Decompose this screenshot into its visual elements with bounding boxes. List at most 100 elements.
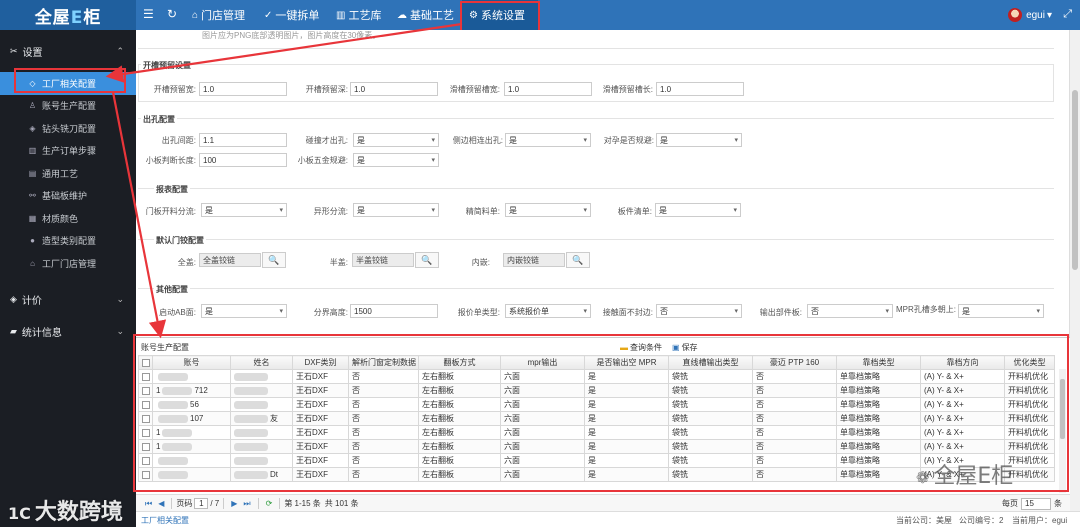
row-checkbox[interactable] — [138, 411, 153, 426]
scrollbar-thumb[interactable] — [1072, 90, 1078, 270]
collide-select[interactable]: 是 — [353, 133, 439, 147]
column-header[interactable]: mpr输出 — [500, 355, 585, 370]
inset-field[interactable]: 内嵌铰链 — [503, 253, 565, 267]
split-height-input[interactable]: 1500 — [350, 304, 438, 318]
sidebar-item-shape-category[interactable]: ● 造型类别配置 — [0, 230, 136, 253]
username: egui — [1026, 9, 1045, 21]
row-checkbox[interactable] — [138, 439, 153, 454]
min-length-input[interactable]: 100 — [199, 153, 287, 167]
app-logo[interactable]: 全屋E柜 — [0, 0, 136, 30]
page-input[interactable]: 1 — [194, 498, 209, 509]
special-split-select[interactable]: 是 — [353, 203, 439, 217]
column-header[interactable]: DXF类别 — [292, 355, 349, 370]
avoid-select[interactable]: 是 — [656, 133, 742, 147]
table-row[interactable]: 王石DXF 否左右翻板 六面是袋铣否单靠档策略 (A) Y- & X+ 开料机优化 — [138, 369, 1055, 384]
row-checkbox[interactable] — [138, 369, 153, 384]
parse-cell: 否 — [348, 453, 419, 468]
save-button[interactable]: ▣ 保存 — [672, 342, 698, 353]
gap-width-input[interactable]: 1.0 — [504, 82, 592, 96]
side-hole-select[interactable]: 是 — [505, 133, 591, 147]
diamond-icon: ◈ — [29, 123, 36, 133]
table-row[interactable]: 56 王石DXF 否左右翻板 六面是袋铣否单靠档策略 (A) Y- & X+ 开料机优化 — [138, 397, 1055, 412]
gap-length-input[interactable]: 1.0 — [656, 82, 744, 96]
sidebar-item-account-production[interactable]: ♙ 账号生产配置 — [0, 95, 136, 118]
last-page-icon[interactable]: ⏭ — [243, 499, 250, 509]
mpr-hole-up-select[interactable]: 是 — [958, 304, 1044, 318]
sidebar-item-common-process[interactable]: ▤ 通用工艺 — [0, 162, 136, 185]
column-header[interactable]: 解析门窗定制数据 — [348, 355, 419, 370]
column-header[interactable]: 姓名 — [230, 355, 293, 370]
row-checkbox[interactable] — [138, 467, 153, 482]
nav-process-library[interactable]: ▥ 工艺库 — [336, 0, 386, 30]
small-hardware-select[interactable]: 是 — [353, 153, 439, 167]
column-header[interactable]: 优化类型 — [1004, 355, 1055, 370]
name-cell — [230, 439, 293, 454]
first-page-icon[interactable]: ⏮ — [145, 499, 152, 509]
sidebar-item-drill-config[interactable]: ◈ 钻头铣刀配置 — [0, 117, 136, 140]
prev-page-icon[interactable]: ◀ — [158, 499, 164, 508]
nav-system-settings[interactable]: ⚙ 系统设置 — [462, 0, 538, 30]
account-cell: 1 — [152, 439, 231, 454]
scrollbar-thumb[interactable] — [1060, 379, 1065, 439]
hm-cell: 否 — [752, 369, 837, 384]
column-header[interactable]: 是否输出空 MPR — [584, 355, 669, 370]
slot-width-input[interactable]: 1.0 — [199, 82, 287, 96]
query-button[interactable]: ▬ 查询条件 — [620, 342, 662, 353]
refresh-icon[interactable]: ⟳ — [266, 499, 273, 508]
row-checkbox[interactable] — [138, 453, 153, 468]
row-checkbox[interactable] — [138, 425, 153, 440]
grid-scrollbar[interactable] — [1059, 369, 1066, 493]
user-menu[interactable]: egui ▾ — [1008, 0, 1052, 30]
quote-type-select[interactable]: 系统报价单 — [505, 304, 591, 318]
next-page-icon[interactable]: ▶ — [231, 499, 237, 508]
nav-store-management[interactable]: ⌂ 门店管理 — [192, 0, 254, 30]
column-header[interactable]: 靠档类型 — [836, 355, 921, 370]
page-scrollbar[interactable] — [1069, 30, 1080, 511]
per-page-label: 每页 — [1002, 499, 1018, 508]
sidebar-item-factory-stores[interactable]: ⌂ 工厂门店管理 — [0, 252, 136, 275]
column-header[interactable]: 账号 — [152, 355, 231, 370]
simple-list-select[interactable]: 是 — [505, 203, 591, 217]
row-checkbox[interactable] — [138, 383, 153, 398]
half-overlay-field[interactable]: 半盖铰链 — [352, 253, 414, 267]
row-checkbox[interactable] — [138, 397, 153, 412]
hole-spacing-input[interactable]: 1.1 — [199, 133, 287, 147]
mpr-cell: 六面 — [500, 439, 585, 454]
column-header[interactable]: 直线槽输出类型 — [668, 355, 753, 370]
divider — [138, 239, 1054, 240]
column-header[interactable]: 豪迈 PTP 160 — [752, 355, 837, 370]
sidebar-section-stats[interactable]: ▰ 统计信息 ⌄ — [0, 311, 136, 353]
search-icon[interactable]: 🔍 — [262, 252, 286, 268]
slot-depth-input[interactable]: 1.0 — [350, 82, 438, 96]
ab-face-select[interactable]: 是 — [201, 304, 287, 318]
part-list-select[interactable]: 是 — [655, 203, 741, 217]
menu-toggle-icon[interactable]: ☰ — [143, 7, 154, 21]
table-row[interactable]: 1 王石DXF 否左右翻板 六面是袋铣否单靠档策略 (A) Y- & X+ 开料机优化 — [138, 439, 1055, 454]
table-row[interactable]: Dt 王石DXF 否左右翻板 六面是袋铣否单靠档策略 (A) Y- & X+ 开料机优化 — [138, 467, 1055, 482]
door-split-select[interactable]: 是 — [201, 203, 287, 217]
table-row[interactable]: 1 712 王石DXF 否左右翻板 六面是袋铣否单靠档策略 (A) Y- & X+ 开料机优… — [138, 383, 1055, 398]
sidebar-item-base-board[interactable]: ⚯ 基础板维护 — [0, 185, 136, 208]
touch-edge-select[interactable]: 否 — [656, 304, 742, 318]
nav-one-click-split[interactable]: ✓ 一键拆单 — [264, 0, 326, 30]
per-page-select[interactable]: 15 — [1021, 497, 1051, 510]
table-row[interactable]: 1 王石DXF 否左右翻板 六面是袋铣否单靠档策略 (A) Y- & X+ 开料机优化 — [138, 425, 1055, 440]
footer-tab[interactable]: 工厂相关配置 — [141, 515, 189, 526]
select-all-checkbox[interactable] — [138, 355, 153, 370]
full-overlay-field[interactable]: 全盖铰链 — [199, 253, 261, 267]
table-row[interactable]: 107 友王石DXF 否左右翻板 六面是袋铣否单靠档策略 (A) Y- & X+ 开料机优… — [138, 411, 1055, 426]
table-row[interactable]: 王石DXF 否左右翻板 六面是袋铣否单靠档策略 (A) Y- & X+ 开料机优化 — [138, 453, 1055, 468]
fullscreen-icon[interactable]: ⤢ — [1063, 8, 1072, 21]
sidebar-item-factory-config[interactable]: ◇ 工厂相关配置 — [0, 72, 136, 95]
refresh-icon[interactable]: ↻ — [167, 7, 177, 21]
sidebar-item-material-color[interactable]: ▦ 材质颜色 — [0, 207, 136, 230]
search-icon[interactable]: 🔍 — [566, 252, 590, 268]
name-cell: Dt — [230, 467, 293, 482]
column-header[interactable]: 靠档方向 — [920, 355, 1005, 370]
search-icon[interactable]: 🔍 — [415, 252, 439, 268]
sidebar-section-settings[interactable]: ✂ 设置 ⌃ — [0, 30, 136, 72]
sidebar-item-order-steps[interactable]: ▥ 生产订单步骤 — [0, 140, 136, 163]
column-header[interactable]: 翻板方式 — [418, 355, 501, 370]
nav-basic-process[interactable]: ☁ 基础工艺 — [397, 0, 459, 30]
output-part-select[interactable]: 否 — [807, 304, 893, 318]
